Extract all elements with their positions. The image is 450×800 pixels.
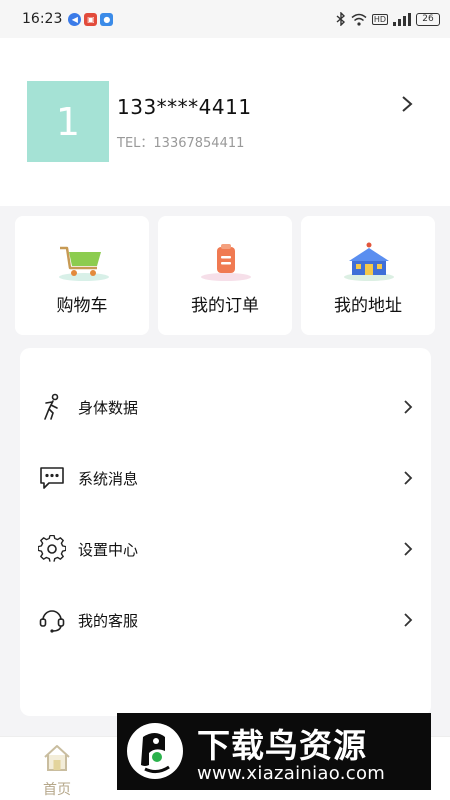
card-my-address[interactable]: 我的地址 [301, 216, 435, 335]
order-icon [201, 244, 251, 281]
status-time: 16:23 [22, 11, 63, 27]
status-bar: 16:23 ◀ ▣ ● HD 26 [0, 0, 450, 38]
battery-indicator: 26 [416, 12, 440, 26]
app-notification-icon: ● [100, 12, 114, 26]
card-shopping-cart[interactable]: 购物车 [15, 216, 149, 335]
chevron-right-icon[interactable] [400, 95, 414, 113]
tab-home-label: 首页 [43, 782, 71, 798]
menu-item-settings[interactable]: 设置中心 [20, 524, 431, 574]
app-notification-icon: ▣ [84, 12, 98, 26]
watermark-banner: 下载鸟资源 www.xiazainiao.com [117, 713, 431, 790]
card-label: 我的订单 [191, 296, 259, 316]
chevron-right-icon [404, 613, 413, 627]
tab-home[interactable]: 首页 [32, 741, 82, 798]
menu-label: 系统消息 [78, 470, 139, 488]
menu-label: 身体数据 [78, 399, 139, 417]
tel-number: TEL：13367854411 [117, 136, 245, 151]
card-label: 购物车 [56, 296, 108, 316]
address-house-icon [344, 242, 394, 281]
masked-phone-number: 133****4411 [117, 95, 252, 119]
quick-cards: 购物车 我的订单 我的地址 [0, 216, 450, 336]
card-label: 我的地址 [334, 296, 402, 316]
shopping-cart-icon [59, 246, 109, 281]
menu-item-body-data[interactable]: 身体数据 [20, 382, 431, 432]
chevron-right-icon [404, 542, 413, 556]
menu-list: 身体数据 系统消息 设置中心 我的客服 [20, 348, 431, 716]
avatar[interactable]: 1 [27, 81, 109, 162]
message-icon [40, 467, 64, 489]
app-notification-icon: ◀ [68, 12, 82, 26]
customer-service-icon [39, 610, 65, 633]
watermark-url: www.xiazainiao.com [197, 763, 386, 784]
hd-badge: HD [371, 13, 388, 25]
menu-label: 我的客服 [78, 612, 139, 630]
signal-icon [393, 12, 411, 26]
menu-item-system-messages[interactable]: 系统消息 [20, 453, 431, 503]
menu-label: 设置中心 [78, 541, 139, 559]
wifi-icon [351, 13, 367, 26]
chevron-right-icon [404, 471, 413, 485]
card-my-orders[interactable]: 我的订单 [158, 216, 292, 335]
bluetooth-icon [336, 12, 345, 26]
bird-logo-icon [127, 723, 183, 779]
chevron-right-icon [404, 400, 413, 414]
status-indicators: HD 26 [336, 12, 440, 26]
watermark-title: 下载鸟资源 [197, 726, 367, 765]
body-data-icon [44, 393, 59, 420]
profile-header[interactable]: 1 133****4411 TEL：13367854411 [0, 38, 450, 206]
gear-icon [38, 535, 66, 562]
menu-item-customer-service[interactable]: 我的客服 [20, 595, 431, 645]
home-icon [44, 745, 70, 771]
